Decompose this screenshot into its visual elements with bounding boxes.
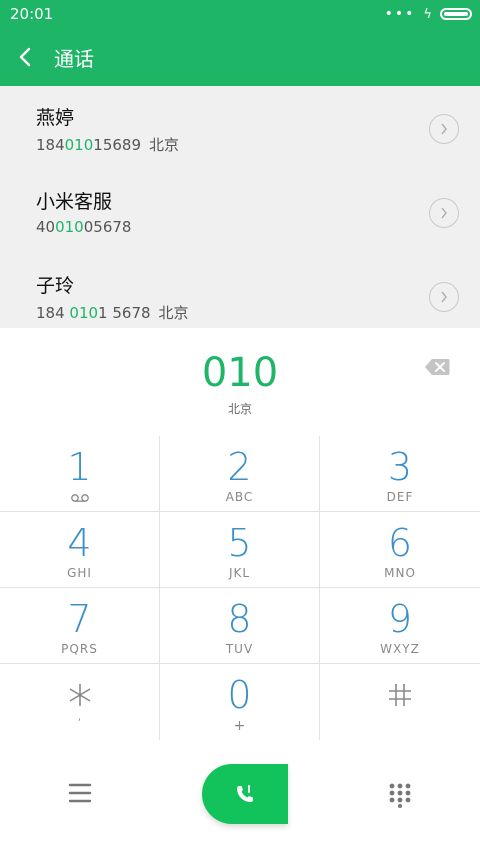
charging-icon: ϟ — [423, 6, 432, 22]
number-match: 010 — [64, 136, 94, 154]
contact-number: 18401015689 北京 — [36, 134, 480, 155]
key-digit: 0 — [227, 673, 252, 717]
key-6[interactable]: 6 MNO — [320, 512, 480, 588]
status-time: 20:01 — [10, 5, 54, 23]
key-8[interactable]: 8 TUV — [160, 588, 320, 664]
key-7[interactable]: 7 PQRS — [0, 588, 160, 664]
backspace-icon[interactable] — [424, 358, 450, 376]
dialpad-icon[interactable] — [388, 782, 412, 808]
number-suffix: 1 5678 — [98, 304, 151, 322]
bottom-action-bar — [0, 760, 480, 840]
key-0[interactable]: 0 + — [160, 664, 320, 740]
key-star-dot: , — [77, 712, 82, 723]
contact-number: 4001005678 — [36, 218, 480, 236]
key-hash[interactable]: # — [320, 664, 480, 740]
signal-dots-icon: ••• — [384, 6, 416, 22]
contact-number: 184 0101 5678 北京 — [36, 302, 480, 323]
voicemail-icon — [70, 494, 89, 502]
number-suffix: 15689 — [93, 136, 141, 154]
star-key-icon — [69, 684, 90, 706]
number-prefix: 40 — [36, 218, 56, 236]
menu-icon[interactable] — [68, 782, 92, 804]
key-3[interactable]: 3 DEF — [320, 436, 480, 512]
dial-keypad: 1 2 ABC 3 DEF 4 GHI 5 JKL 6 MNO 7 PQRS 8… — [0, 436, 480, 740]
contact-row[interactable]: 小米客服 4001005678 — [0, 170, 480, 254]
contact-name: 燕婷 — [36, 107, 75, 129]
key-letters: WXYZ — [380, 642, 420, 656]
key-1[interactable]: 1 — [0, 436, 160, 512]
key-letters: TUV — [225, 642, 254, 656]
status-icons: ••• ϟ — [385, 6, 472, 22]
title-bar: 通话 — [0, 28, 480, 86]
number-match: 010 — [55, 218, 84, 236]
key-digit: 9 — [387, 597, 413, 641]
number-prefix: 184 — [36, 304, 70, 322]
key-5[interactable]: 5 JKL — [160, 512, 320, 588]
contact-name: 子玲 — [36, 275, 75, 297]
key-digit: 6 — [387, 521, 413, 565]
contact-match-list: 燕婷 18401015689 北京 小米客服 4001005678 子玲 184 … — [0, 86, 480, 328]
number-prefix: 184 — [36, 136, 65, 154]
key-digit: 2 — [227, 445, 252, 489]
hash-key-icon — [389, 684, 411, 706]
key-letters: MNO — [384, 566, 416, 580]
phone-call-icon — [237, 785, 253, 802]
key-9[interactable]: 9 WXYZ — [320, 588, 480, 664]
key-digit: 8 — [227, 597, 252, 641]
status-bar: 20:01 ••• ϟ — [0, 0, 480, 28]
contact-row[interactable]: 子玲 184 0101 5678 北京 — [0, 254, 480, 328]
key-letters: + — [233, 718, 246, 734]
chevron-right-icon[interactable] — [429, 114, 459, 144]
battery-icon — [440, 8, 472, 20]
key-2[interactable]: 2 ABC — [160, 436, 320, 512]
key-letters: ABC — [225, 490, 254, 504]
key-letters: DEF — [386, 490, 414, 504]
contact-row[interactable]: 燕婷 18401015689 北京 — [0, 86, 480, 170]
key-digit: 5 — [227, 521, 252, 565]
dialed-location: 北京 — [227, 402, 252, 416]
app-header: 20:01 ••• ϟ 通话 — [0, 0, 480, 86]
key-letters: GHI — [67, 566, 92, 580]
call-button[interactable] — [202, 764, 288, 824]
key-digit: 3 — [387, 445, 413, 489]
contact-location: 北京 — [149, 136, 180, 154]
key-star[interactable]: , * — [0, 664, 160, 740]
number-suffix: 05678 — [83, 218, 132, 236]
key-digit: 4 — [67, 521, 92, 565]
key-letters: PQRS — [61, 642, 98, 656]
key-digit: 1 — [67, 445, 92, 489]
key-4[interactable]: 4 GHI — [0, 512, 160, 588]
dialed-number-display: 010 北京 — [0, 328, 480, 436]
page-title: 通话 — [54, 46, 94, 71]
chevron-right-icon[interactable] — [429, 282, 459, 312]
key-digit: 7 — [67, 597, 92, 641]
contact-location: 北京 — [158, 304, 189, 322]
chevron-right-icon[interactable] — [429, 198, 459, 228]
dialed-digits[interactable]: 010 — [0, 350, 480, 396]
number-match: 010 — [69, 304, 99, 322]
contact-name: 小米客服 — [36, 191, 113, 213]
back-arrow-icon[interactable] — [0, 28, 50, 86]
key-letters: JKL — [228, 566, 251, 580]
